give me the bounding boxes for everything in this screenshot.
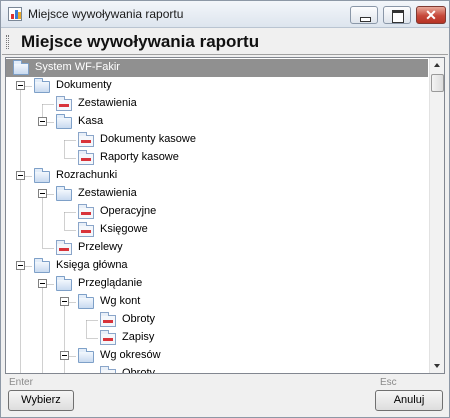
collapse-toggle-icon[interactable] [16, 171, 25, 180]
tree-node-label: Kasa [78, 115, 104, 127]
tree-node[interactable]: Obroty [6, 311, 428, 329]
tree-node[interactable]: Raporty kasowe [6, 149, 428, 167]
tree-node[interactable]: Dokumenty [6, 77, 428, 95]
tree-node[interactable]: Zestawienia [6, 185, 428, 203]
tree-node-label: Obroty [122, 313, 156, 325]
scrollbar-thumb[interactable] [431, 74, 444, 92]
tree-node-label: Przelewy [78, 241, 123, 253]
collapse-toggle-icon[interactable] [38, 279, 47, 288]
scroll-up-icon[interactable] [430, 58, 444, 73]
tree-node[interactable]: Operacyjne [6, 203, 428, 221]
select-button[interactable]: Wybierz [8, 390, 74, 411]
folder-icon [56, 276, 72, 291]
close-button[interactable]: ✕ [416, 6, 446, 24]
esc-shortcut-hint: Esc [380, 377, 397, 388]
tree-node[interactable]: Księgowe [6, 221, 428, 239]
tree-node-label: Przeglądanie [78, 277, 143, 289]
tree-node[interactable]: Obroty [6, 365, 428, 374]
tree-node[interactable]: Zapisy [6, 329, 428, 347]
collapse-toggle-icon[interactable] [38, 189, 47, 198]
collapse-toggle-icon[interactable] [60, 297, 69, 306]
folder-icon [56, 114, 72, 129]
cancel-button[interactable]: Anuluj [375, 390, 443, 411]
tree-node[interactable]: Przeglądanie [6, 275, 428, 293]
report-icon [100, 330, 116, 345]
tree-node-label: Operacyjne [100, 205, 157, 217]
folder-icon [56, 186, 72, 201]
collapse-toggle-icon[interactable] [16, 81, 25, 90]
tree-node[interactable]: Wg okresów [6, 347, 428, 365]
report-icon [100, 312, 116, 327]
tree-node[interactable]: Wg kont [6, 293, 428, 311]
report-icon [100, 366, 116, 373]
tree-node-label: Wg okresów [100, 349, 161, 361]
tree-node-label: Rozrachunki [56, 169, 118, 181]
report-icon [78, 204, 94, 219]
tree-node-label: Księgowe [100, 223, 148, 235]
folder-icon [34, 78, 50, 93]
tree-node-label: Zapisy [122, 331, 155, 343]
collapse-toggle-icon[interactable] [16, 261, 25, 270]
maximize-button[interactable] [383, 6, 411, 24]
report-icon [78, 222, 94, 237]
folder-icon [78, 348, 94, 363]
enter-shortcut-hint: Enter [9, 377, 33, 388]
folder-icon [34, 168, 50, 183]
tree-node-label: Dokumenty kasowe [100, 133, 196, 145]
tree-node-label: Dokumenty [56, 79, 112, 91]
scroll-down-icon[interactable] [430, 358, 444, 373]
folder-icon [13, 60, 29, 75]
report-icon [56, 96, 72, 111]
tree-node[interactable]: Księga główna [6, 257, 428, 275]
report-location-dialog: Miejsce wywoływania raportu ✕ Miejsce wy… [0, 0, 450, 418]
tree-node-label: Zestawienia [78, 187, 137, 199]
tree-node-label: Wg kont [100, 295, 141, 307]
page-title: Miejsce wywoływania raportu [21, 32, 260, 51]
collapse-toggle-icon[interactable] [38, 117, 47, 126]
grip-handle-icon [6, 35, 9, 49]
tree-node[interactable]: Dokumenty kasowe [6, 131, 428, 149]
minimize-button[interactable] [350, 6, 378, 24]
report-icon [78, 132, 94, 147]
window-title: Miejsce wywoływania raportu [28, 7, 184, 21]
tree-node[interactable]: Zestawienia [6, 95, 428, 113]
tree-node-label: Zestawienia [78, 97, 137, 109]
folder-icon [78, 294, 94, 309]
tree-node-label: Obroty [122, 367, 156, 374]
report-icon [78, 150, 94, 165]
report-location-tree[interactable]: System WF-Fakir Dokumenty Zestawienia Kasa D… [5, 57, 445, 374]
header-divider [2, 54, 448, 55]
vertical-scrollbar[interactable] [429, 58, 444, 373]
tree-node[interactable]: Rozrachunki [6, 167, 428, 185]
folder-icon [34, 258, 50, 273]
tree-node[interactable]: Przelewy [6, 239, 428, 257]
tree-node-label: System WF-Fakir [35, 61, 120, 73]
report-icon [56, 240, 72, 255]
collapse-toggle-icon[interactable] [60, 351, 69, 360]
tree-node[interactable]: Kasa [6, 113, 428, 131]
report-app-icon [8, 7, 22, 21]
title-bar[interactable]: Miejsce wywoływania raportu ✕ [1, 1, 449, 28]
tree-node-label: Księga główna [56, 259, 128, 271]
close-icon: ✕ [425, 7, 437, 23]
tree-node[interactable]: System WF-Fakir [6, 59, 428, 77]
tree-node-label: Raporty kasowe [100, 151, 179, 163]
